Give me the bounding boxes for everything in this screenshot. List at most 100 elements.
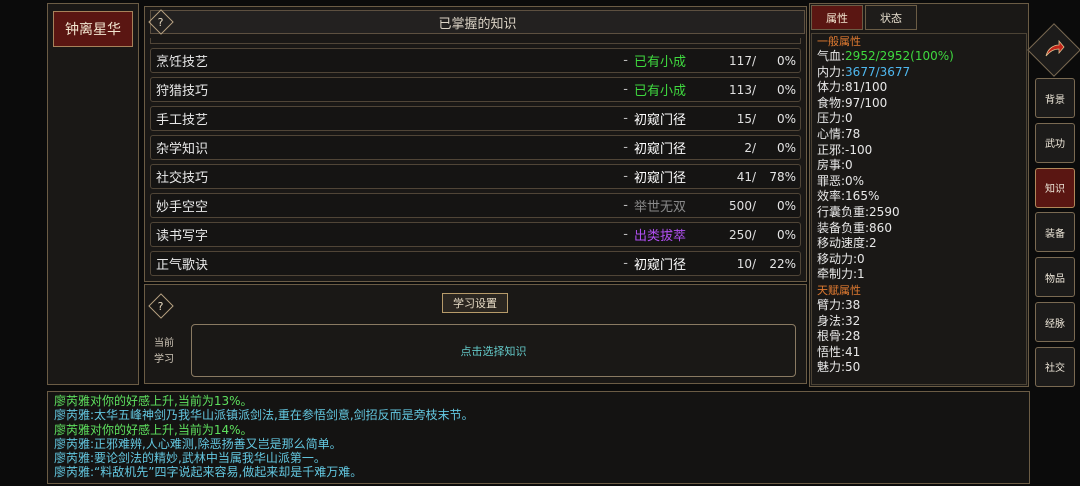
log-line: 廖芮雅:“料敌机先”四字说起来容易,做起来却是千难万难。 (54, 465, 363, 480)
attribute-value: 78 (845, 126, 861, 141)
attribute-label: 正邪: (817, 142, 846, 157)
sidebar-item-items[interactable]: 物品 (1035, 257, 1075, 298)
separator-dash: - (623, 140, 628, 155)
attribute-label: 牵制力: (817, 267, 858, 282)
knowledge-name: 读书写字 (156, 229, 209, 244)
knowledge-value: 10/ (736, 256, 756, 271)
knowledge-row[interactable]: 狩猎技巧 - 已有小成 113/0% (150, 77, 801, 102)
attribute-row: 压力:0 (812, 111, 1026, 127)
sidebar-item-equipment[interactable]: 装备 (1035, 212, 1075, 253)
attribute-label: 装备负重: (817, 220, 870, 235)
knowledge-row[interactable]: 正气歌诀 - 初窥门径 10/22% (150, 251, 801, 276)
attribute-row: 体力:81/100 (812, 80, 1026, 96)
knowledge-percent: 78% (769, 169, 796, 184)
knowledge-level: 举世无双 (634, 200, 687, 215)
knowledge-percent: 0% (776, 198, 796, 213)
sidebar-item-background[interactable]: 背景 (1035, 78, 1075, 118)
separator-dash: - (623, 111, 628, 126)
attribute-label: 移动速度: (817, 236, 870, 251)
knowledge-level: 初窥门径 (634, 258, 687, 273)
attribute-row: 悟性:41 (812, 345, 1026, 361)
knowledge-row[interactable]: 手工技艺 - 初窥门径 15/0% (150, 106, 801, 131)
attribute-label: 气血: (817, 49, 846, 63)
knowledge-level: 初窥门径 (634, 113, 687, 128)
tab-attributes[interactable]: 属性 (811, 5, 863, 30)
tab-status[interactable]: 状态 (865, 5, 917, 30)
knowledge-row[interactable]: 社交技巧 - 初窥门径 41/78% (150, 164, 801, 189)
attribute-value: 0 (845, 111, 853, 126)
knowledge-row[interactable]: 杂学知识 - 初窥门径 2/0% (150, 135, 801, 160)
knowledge-name: 烹饪技艺 (156, 55, 209, 70)
knowledge-level: 已有小成 (634, 84, 687, 99)
knowledge-name: 正气歌诀 (156, 258, 209, 273)
knowledge-name: 狩猎技巧 (156, 84, 209, 99)
attribute-row: 根骨:28 (812, 329, 1026, 345)
message-log[interactable]: 廖芮雅对你的好感上升,当前为13%。 廖芮雅:太华五峰神剑乃我华山派镇派剑法,重在… (47, 391, 1030, 484)
attribute-label: 压力: (817, 111, 846, 126)
attribute-value: 0% (845, 173, 865, 188)
knowledge-name: 社交技巧 (156, 171, 209, 186)
knowledge-row[interactable]: 读书写字 - 出类拔萃 250/0% (150, 222, 801, 247)
log-line: 廖芮雅对你的好感上升,当前为14%。 (54, 422, 253, 437)
attribute-value: 860 (869, 220, 892, 235)
log-line: 廖芮雅对你的好感上升,当前为13%。 (54, 394, 253, 408)
attribute-row: 牵制力:1 (812, 267, 1026, 283)
separator-dash: - (623, 198, 628, 213)
knowledge-percent: 0% (776, 82, 796, 97)
attribute-row: 气血:2952/2952(100%) (812, 49, 1026, 65)
attribute-label: 身法: (817, 313, 846, 328)
attribute-value: -100 (845, 142, 873, 157)
attribute-value: 2590 (869, 204, 900, 219)
knowledge-row[interactable]: 烹饪技艺 - 已有小成 117/0% (150, 48, 801, 73)
attribute-row: 臂力:38 (812, 298, 1026, 314)
knowledge-row[interactable]: 妙手空空 - 举世无双 500/0% (150, 193, 801, 218)
sidebar-item-martial-arts[interactable]: 武功 (1035, 122, 1075, 163)
character-column (47, 3, 139, 385)
list-top-edge (150, 38, 801, 44)
knowledge-value: 117/ (729, 53, 756, 68)
attribute-row: 心情:78 (812, 127, 1026, 143)
character-tab[interactable]: 钟离星华 (53, 11, 133, 47)
knowledge-level: 初窥门径 (634, 142, 687, 157)
back-arrow-icon (1042, 38, 1066, 62)
knowledge-percent: 0% (776, 111, 796, 126)
sidebar-item-social[interactable]: 社交 (1035, 346, 1075, 387)
attribute-value: 0 (857, 251, 865, 266)
attribute-row: 效率:165% (812, 189, 1026, 205)
attribute-label: 行囊负重: (817, 204, 870, 219)
attribute-list: 一般属性 气血:2952/2952(100%) 内力:3677/3677 体力:81… (811, 33, 1027, 385)
separator-dash: - (623, 227, 628, 242)
attribute-row: 房事:0 (812, 158, 1026, 174)
sidebar-item-knowledge[interactable]: 知识 (1035, 167, 1075, 208)
attribute-row: 罪恶:0% (812, 174, 1026, 190)
attribute-label: 移动力: (817, 251, 858, 266)
attribute-row: 装备负重:860 (812, 221, 1026, 237)
attribute-value: 2952/2952(100%) (845, 49, 954, 63)
knowledge-percent: 0% (776, 53, 796, 68)
separator-dash: - (623, 256, 628, 271)
attribute-label: 心情: (817, 126, 846, 141)
attribute-label: 根骨: (817, 329, 846, 344)
attribute-value: 165% (845, 189, 880, 204)
separator-dash: - (623, 169, 628, 184)
select-knowledge-box[interactable]: 点击选择知识 (191, 324, 796, 377)
knowledge-title: 已掌握的知识 (438, 16, 517, 32)
attribute-label: 内力: (817, 64, 846, 79)
knowledge-value: 113/ (729, 82, 756, 97)
knowledge-name: 手工技艺 (156, 113, 209, 128)
attribute-row: 正邪:-100 (812, 143, 1026, 159)
log-line: 廖芮雅:太华五峰神剑乃我华山派镇派剑法,重在参悟剑意,剑招反而是旁枝末节。 (54, 408, 474, 423)
attribute-row: 魅力:50 (812, 360, 1026, 376)
attribute-label: 房事: (817, 158, 846, 173)
log-line: 廖芮雅:正邪难辨,人心难测,除恶扬善又岂是那么简单。 (54, 436, 342, 451)
separator-dash: - (623, 53, 628, 68)
attribute-row: 移动力:0 (812, 252, 1026, 268)
attribute-value: 38 (845, 297, 861, 312)
attribute-row: 行囊负重:2590 (812, 205, 1026, 221)
sidebar-item-meridians[interactable]: 经脉 (1035, 302, 1075, 342)
attribute-label: 臂力: (817, 297, 846, 312)
attribute-label: 罪恶: (817, 173, 846, 188)
attribute-row: 移动速度:2 (812, 236, 1026, 252)
attribute-row: 内力:3677/3677 (812, 65, 1026, 81)
study-settings-button[interactable]: 学习设置 (442, 293, 508, 313)
